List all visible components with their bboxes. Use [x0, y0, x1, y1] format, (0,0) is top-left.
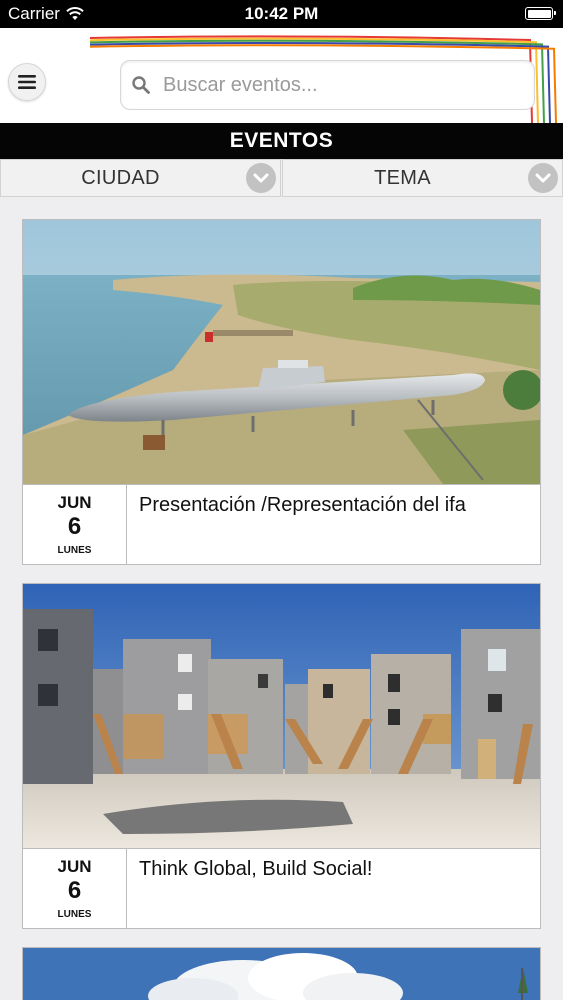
event-card[interactable] — [22, 947, 541, 1000]
event-list: JUN 6 LUNES Presentación /Representación… — [0, 197, 563, 1000]
event-info: JUN 6 LUNES Presentación /Representación… — [23, 484, 540, 565]
event-day: 6 — [67, 513, 82, 540]
event-image — [23, 220, 540, 484]
event-image — [23, 948, 540, 1000]
event-image — [23, 584, 540, 848]
menu-button[interactable] — [8, 63, 46, 101]
event-day: 6 — [67, 877, 82, 904]
chevron-down-icon — [528, 163, 558, 193]
hamburger-icon — [18, 75, 36, 89]
event-title: Think Global, Build Social! — [139, 858, 373, 880]
event-card[interactable]: JUN 6 LUNES Think Global, Build Social! — [22, 583, 541, 929]
topic-filter[interactable]: TEMA — [282, 159, 563, 197]
section-title: EVENTOS — [0, 123, 563, 159]
date-box: JUN 6 LUNES — [23, 849, 127, 929]
event-title: Presentación /Representación del ifa — [139, 494, 466, 516]
topic-filter-label: TEMA — [374, 167, 431, 189]
clock: 10:42 PM — [244, 4, 319, 23]
search-icon — [131, 75, 151, 95]
battery-icon — [525, 7, 556, 20]
search-box[interactable] — [120, 60, 535, 110]
chevron-down-icon — [246, 163, 276, 193]
city-filter-label: CIUDAD — [81, 167, 160, 189]
status-bar: Carrier 10:42 PM — [0, 0, 563, 28]
event-info: JUN 6 LUNES Think Global, Build Social! — [23, 848, 540, 929]
event-month: JUN — [57, 493, 92, 512]
event-month: JUN — [57, 857, 92, 876]
app-header — [0, 28, 563, 123]
event-card[interactable]: JUN 6 LUNES Presentación /Representación… — [22, 219, 541, 565]
filter-bar: CIUDAD TEMA — [0, 159, 563, 197]
event-weekday: LUNES — [57, 909, 92, 920]
city-filter[interactable]: CIUDAD — [0, 159, 281, 197]
event-weekday: LUNES — [57, 545, 92, 556]
search-input[interactable] — [161, 72, 515, 98]
date-box: JUN 6 LUNES — [23, 485, 127, 565]
